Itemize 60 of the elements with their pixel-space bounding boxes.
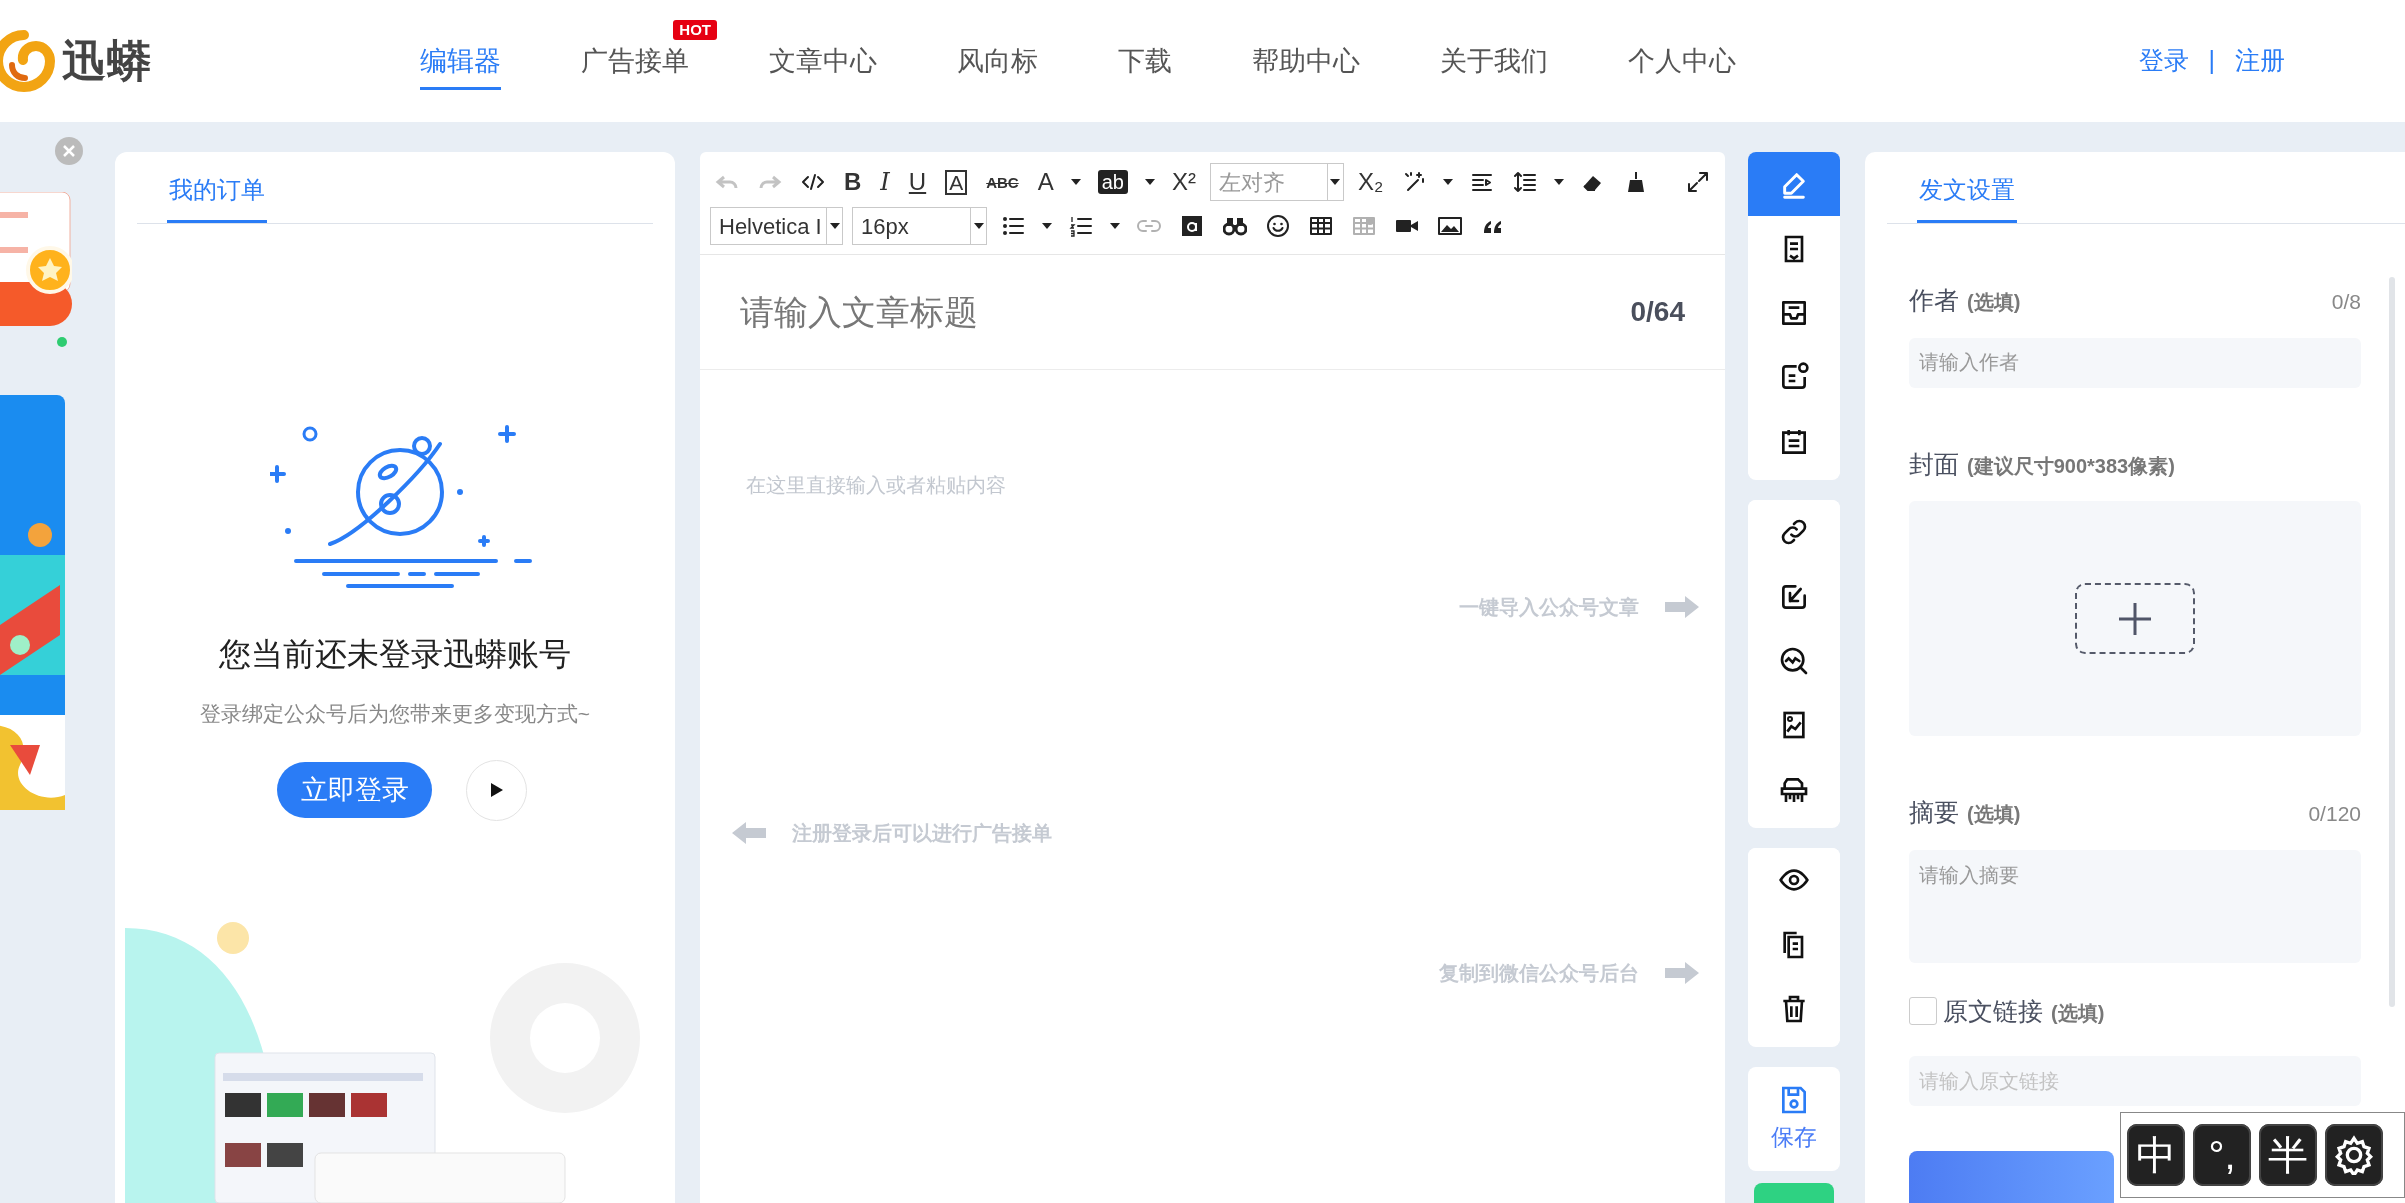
author-input[interactable]: 请输入作者 (1909, 337, 2361, 388)
hint-text: 注册登录后可以进行广告接单 (792, 821, 1052, 846)
format-button[interactable]: X² (1166, 164, 1201, 200)
ime-key[interactable]: 中 (2127, 1124, 2185, 1186)
font-size-select[interactable]: 16px (852, 207, 987, 245)
tab[interactable]: 我的订单 (167, 152, 267, 223)
hint-text: 复制到微信公众号后台 (1439, 961, 1639, 986)
logo-text: 迅蟒 (62, 35, 152, 87)
login-prompt-subtitle: 登录绑定公众号后为您带来更多变现方式~ (199, 701, 591, 727)
field-hint: (选填) (2051, 1000, 2105, 1026)
nav-link[interactable]: 下载 (1118, 0, 1172, 122)
field-hint: (选填) (1967, 290, 2021, 315)
tab[interactable]: 发文设置 (1917, 152, 2017, 223)
format-button[interactable]: I (875, 164, 895, 200)
play-icon[interactable] (489, 782, 504, 798)
format-button[interactable]: A (1032, 164, 1059, 200)
format-button[interactable]: X₂ (1352, 164, 1389, 200)
login-prompt-title: 您当前还未登录迅蟒账号 (219, 635, 571, 674)
format-button[interactable]: B (839, 164, 867, 200)
nav-link[interactable]: 帮助中心 (1252, 0, 1360, 122)
nav-link[interactable]: 风向标 (957, 0, 1038, 122)
hint-text: 一键导入公众号文章 (1459, 595, 1639, 620)
char-counter: 0/120 (2308, 801, 2361, 827)
format-button[interactable]: ABC (981, 164, 1024, 200)
title-counter: 0/64 (1630, 295, 1685, 329)
field-label: 摘要 (1909, 797, 1959, 828)
nav-link[interactable]: 个人中心 (1628, 0, 1736, 122)
caret-icon[interactable] (973, 223, 984, 229)
char-counter: 0/8 (2331, 289, 2361, 315)
left-arrow-icon (732, 822, 766, 844)
register-link[interactable]: 注册 (2235, 42, 2285, 80)
login-button[interactable]: 立即登录 (277, 762, 432, 818)
logo-icon (0, 29, 56, 93)
nav-link[interactable]: 文章中心 (769, 0, 877, 122)
field-hint: (选填) (1967, 802, 2021, 827)
right-arrow-icon (1665, 962, 1699, 984)
field-label: 原文链接 (1943, 995, 2043, 1027)
ime-key[interactable]: °, (2193, 1124, 2251, 1186)
nav-link[interactable]: 编辑器 (420, 0, 501, 122)
field-hint: (建议尺寸900*383像素) (1967, 453, 2175, 479)
hot-badge: HOT (673, 20, 717, 40)
ime-key[interactable]: 半 (2259, 1124, 2317, 1186)
right-arrow-icon (1665, 596, 1699, 618)
scrollbar[interactable] (2389, 277, 2395, 1007)
pencil-icon[interactable] (1748, 152, 1840, 217)
format-button[interactable]: U (903, 164, 932, 200)
login-link[interactable]: 登录 (2138, 42, 2189, 80)
checkbox[interactable] (1909, 997, 1937, 1026)
add-cover-button[interactable] (2075, 583, 2195, 654)
field-label: 作者 (1909, 285, 1959, 316)
save-button[interactable]: 保存 (1748, 1067, 1840, 1172)
title-input[interactable]: 请输入文章标题 (738, 285, 1631, 339)
caret-icon[interactable] (829, 223, 840, 229)
font-family-select[interactable]: Helvetica I (710, 207, 843, 245)
summary-input[interactable]: 请输入摘要 (1909, 849, 2361, 963)
caret-icon[interactable] (1330, 179, 1341, 185)
separator: | (2208, 45, 2215, 77)
settings-icon[interactable] (2325, 1124, 2383, 1186)
field-label: 封面 (1909, 448, 1959, 480)
nav-link[interactable]: 关于我们 (1440, 0, 1548, 122)
